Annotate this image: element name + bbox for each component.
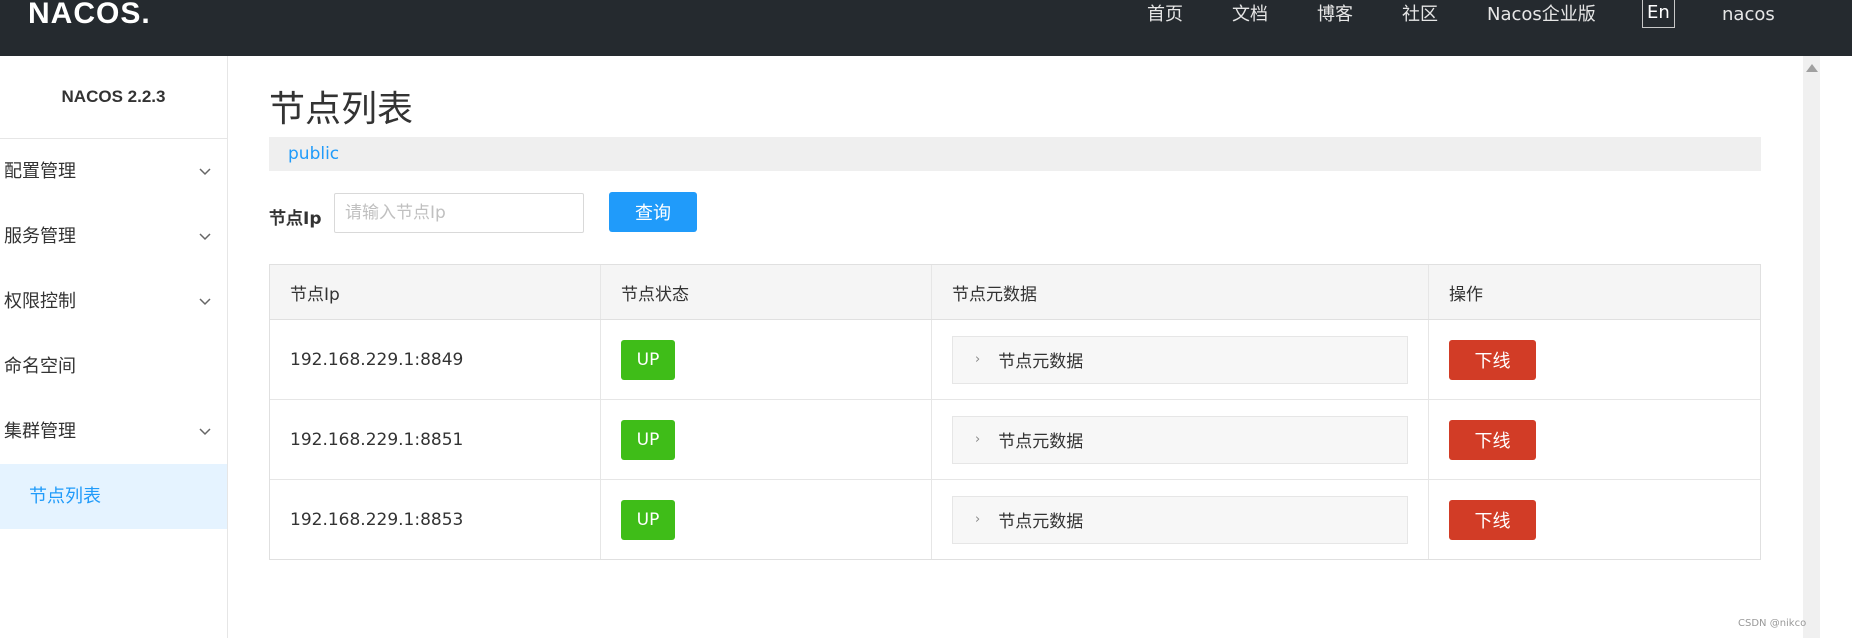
offline-button[interactable]: 下线 [1449,419,1536,460]
table-row: 192.168.229.1:8851 UP › 节点元数据 下线 [270,400,1760,480]
sidebar-item-config[interactable]: 配置管理 [0,139,227,204]
top-header: NACOS. 首页 文档 博客 社区 Nacos企业版 En nacos [0,0,1852,56]
nav-enterprise[interactable]: Nacos企业版 [1487,0,1596,30]
sidebar-item-label: 权限控制 [4,291,76,312]
column-header-metadata: 节点元数据 [932,265,1429,319]
sidebar-item-label: 服务管理 [4,226,76,247]
node-ip: 192.168.229.1:8849 [270,320,601,399]
sidebar-item-label: 节点列表 [29,486,101,507]
namespace-bar: public [269,137,1761,171]
search-label: 节点Ip [269,209,322,229]
chevron-down-icon [195,204,215,269]
namespace-link[interactable]: public [288,144,339,164]
page-title: 节点列表 [269,89,414,130]
user-menu[interactable]: nacos [1722,0,1775,30]
node-table: 节点Ip 节点状态 节点元数据 操作 192.168.229.1:8849 UP… [269,264,1761,560]
caret-right-icon: › [975,512,981,527]
nav-home[interactable]: 首页 [1147,0,1183,30]
metadata-expander[interactable]: › 节点元数据 [952,415,1408,464]
nacos-logo[interactable]: NACOS. [28,0,151,30]
status-badge: UP [621,499,675,540]
watermark: CSDN @nikco [1738,618,1807,629]
sidebar-item-label: 集群管理 [4,421,76,442]
offline-button[interactable]: 下线 [1449,339,1536,380]
scroll-up-arrow-icon[interactable] [1806,64,1818,72]
sidebar-item-service[interactable]: 服务管理 [0,204,227,269]
offline-button[interactable]: 下线 [1449,499,1536,540]
sidebar-item-label: 命名空间 [4,356,76,377]
query-button[interactable]: 查询 [609,192,697,232]
column-header-ip: 节点Ip [270,265,601,319]
sidebar-item-label: 配置管理 [4,161,76,182]
table-row: 192.168.229.1:8849 UP › 节点元数据 下线 [270,320,1760,400]
chevron-down-icon [195,269,215,334]
table-header: 节点Ip 节点状态 节点元数据 操作 [270,265,1760,320]
status-badge: UP [621,339,675,380]
vertical-scrollbar[interactable] [1803,56,1820,638]
metadata-label: 节点元数据 [998,512,1084,532]
metadata-label: 节点元数据 [998,352,1084,372]
metadata-expander[interactable]: › 节点元数据 [952,335,1408,384]
sidebar-item-permission[interactable]: 权限控制 [0,269,227,334]
metadata-label: 节点元数据 [998,432,1084,452]
node-ip-search-input[interactable] [334,193,584,233]
status-badge: UP [621,419,675,460]
metadata-expander[interactable]: › 节点元数据 [952,495,1408,544]
language-toggle-button[interactable]: En [1642,0,1675,28]
column-header-action: 操作 [1449,284,1483,305]
nav-docs[interactable]: 文档 [1232,0,1268,30]
chevron-down-icon [195,399,215,464]
sidebar-item-namespace[interactable]: 命名空间 [0,334,227,399]
nav-community[interactable]: 社区 [1402,0,1438,30]
version-label: NACOS 2.2.3 [0,56,227,139]
sidebar: NACOS 2.2.3 配置管理 服务管理 权限控制 命名空间 集群管理 节点列… [0,56,228,638]
column-header-status: 节点状态 [601,265,932,319]
sidebar-item-cluster[interactable]: 集群管理 [0,399,227,464]
table-row: 192.168.229.1:8853 UP › 节点元数据 下线 [270,480,1760,559]
nav-blog[interactable]: 博客 [1317,0,1353,30]
chevron-down-icon [195,139,215,204]
node-ip: 192.168.229.1:8853 [270,480,601,559]
caret-right-icon: › [975,432,981,447]
node-ip: 192.168.229.1:8851 [270,400,601,479]
sidebar-item-node-list[interactable]: 节点列表 [0,464,227,529]
caret-right-icon: › [975,352,981,367]
